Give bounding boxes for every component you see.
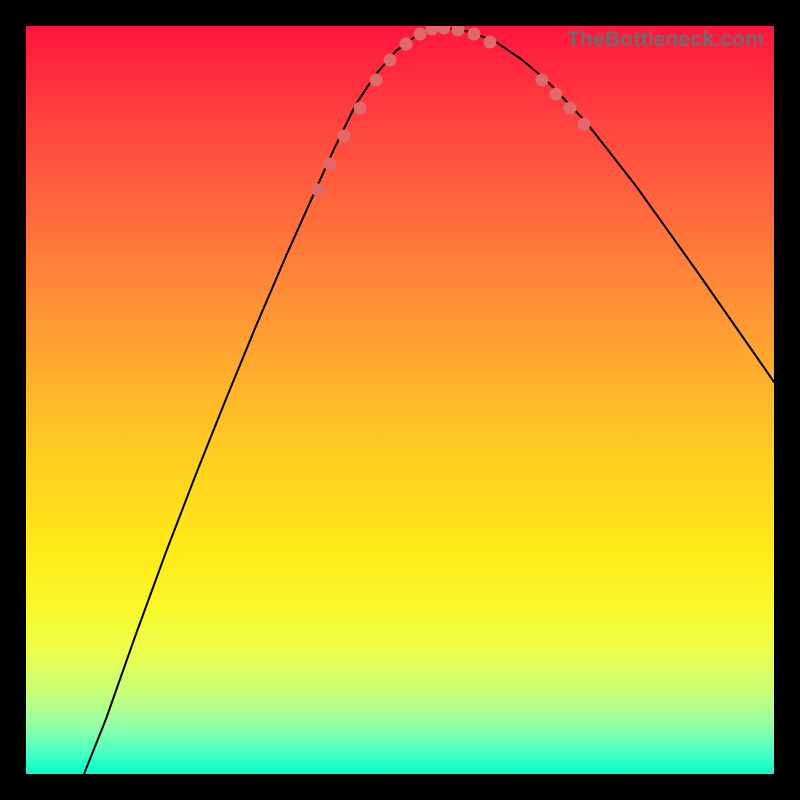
data-dot [484, 36, 497, 49]
data-dot [338, 130, 351, 143]
data-dot [550, 88, 563, 101]
curve-layer [84, 28, 774, 774]
data-dot [426, 26, 439, 36]
data-dot [414, 28, 427, 41]
data-dot [438, 26, 451, 35]
data-dot [536, 74, 549, 87]
data-dot [354, 102, 367, 115]
chart-frame: TheBottleneck.com [0, 0, 800, 800]
chart-svg [26, 26, 774, 774]
data-dot [468, 28, 481, 41]
data-dot [384, 54, 397, 67]
data-dot [452, 26, 465, 37]
data-dot [370, 74, 383, 87]
data-dot [312, 184, 325, 197]
data-dot [564, 102, 577, 115]
plot-area: TheBottleneck.com [26, 26, 774, 774]
data-dot [400, 38, 413, 51]
data-dot [578, 118, 591, 131]
bottleneck-curve [84, 28, 774, 774]
data-dot [324, 158, 337, 171]
